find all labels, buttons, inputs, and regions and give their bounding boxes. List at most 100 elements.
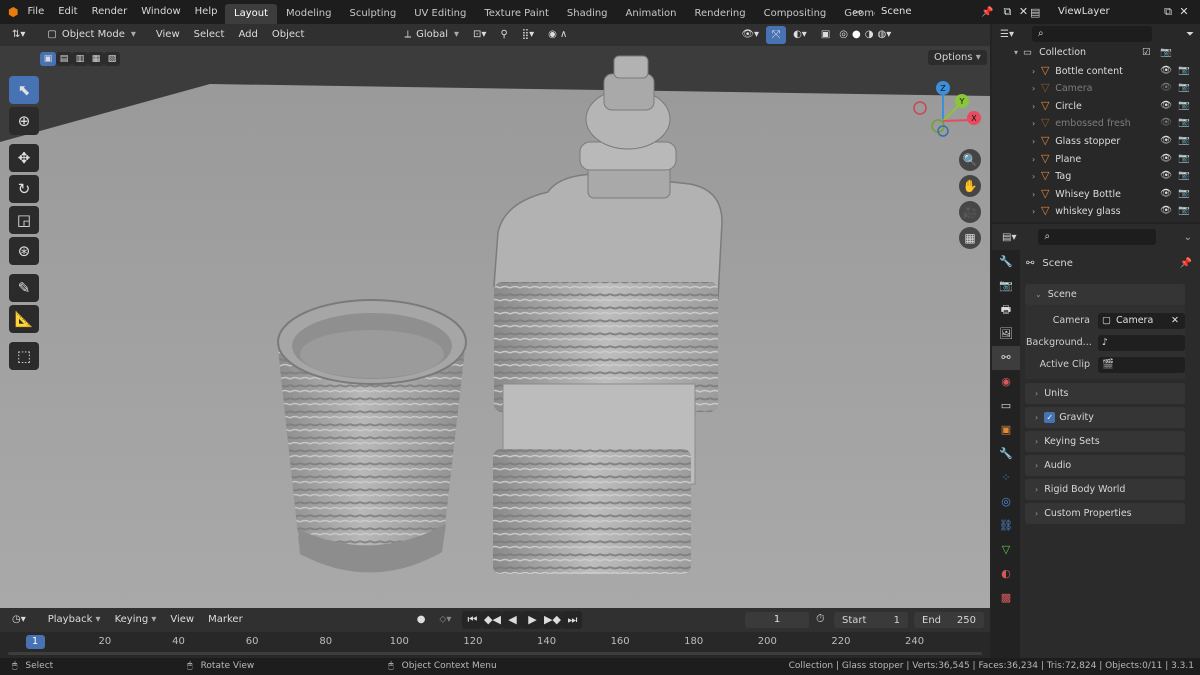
expand-icon[interactable]: › <box>1032 67 1035 76</box>
tab-uv-editing[interactable]: UV Editing <box>405 4 475 24</box>
camera-icon[interactable]: 📷 <box>1178 62 1190 80</box>
keyframe-type-icon[interactable]: ⬦▾ <box>432 609 458 631</box>
expand-icon[interactable]: ▾ <box>1014 48 1018 57</box>
orientation-selector[interactable]: ⟂ Global ▾ <box>397 24 466 46</box>
tab-compositing[interactable]: Compositing <box>755 4 836 24</box>
perspective-grid-icon[interactable]: ▦ <box>959 227 981 249</box>
overlay-icon[interactable]: ◐▾ <box>786 24 814 46</box>
camera-icon[interactable]: 📷 <box>1178 132 1190 150</box>
new-viewlayer-icon[interactable]: ⧉ <box>1160 3 1176 21</box>
active-clip-field[interactable]: 🎬 <box>1098 357 1185 373</box>
outliner-item[interactable]: › ▽ Tag 👁 📷 <box>992 167 1200 185</box>
menu-add[interactable]: Add <box>231 24 264 46</box>
constraints-tab-icon[interactable]: ⛓ <box>992 514 1020 538</box>
editor-type-icon[interactable]: ⇅▾ <box>0 24 32 46</box>
camera-icon[interactable]: 📷 <box>1160 44 1172 62</box>
transform-tool-icon[interactable]: ⊛ <box>9 237 39 265</box>
expand-icon[interactable]: › <box>1032 119 1035 128</box>
chevron-down-icon[interactable]: ⌄ <box>1184 232 1192 243</box>
menu-help[interactable]: Help <box>188 0 225 24</box>
eye-icon[interactable]: 👁 <box>1160 62 1172 80</box>
viewlayer-field[interactable]: ViewLayer <box>1052 4 1152 20</box>
timeline-editor-icon[interactable]: ◷▾ <box>0 609 33 631</box>
play-reverse-icon[interactable]: ◀ <box>502 611 523 629</box>
shading-rendered-icon[interactable]: ◍▾ <box>875 24 893 46</box>
menu-keying[interactable]: Keying ▾ <box>108 609 164 631</box>
eye-icon[interactable]: 👁 <box>1160 132 1172 150</box>
tab-sculpting[interactable]: Sculpting <box>341 4 406 24</box>
end-frame-field[interactable]: End 250 <box>914 612 984 628</box>
outliner-item[interactable]: › ▽ Circle 👁 📷 <box>992 97 1200 115</box>
rigid-body-world-panel[interactable]: › Rigid Body World <box>1025 479 1185 500</box>
pivot-icon[interactable]: ⊡▾ <box>466 24 493 46</box>
select-intersect-icon[interactable]: ▧ <box>104 52 120 66</box>
visibility-icon[interactable]: 👁▾ <box>734 24 766 46</box>
timeline-scrollbar[interactable] <box>8 652 982 655</box>
expand-icon[interactable]: › <box>1032 190 1035 199</box>
eye-icon[interactable]: 👁 <box>1160 167 1172 185</box>
physics-tab-icon[interactable]: ◎ <box>992 490 1020 514</box>
tab-shading[interactable]: Shading <box>558 4 617 24</box>
properties-editor-icon[interactable]: ▤▾ <box>1002 232 1016 243</box>
menu-window[interactable]: Window <box>134 0 187 24</box>
camera-icon[interactable]: 📷 <box>1178 185 1190 203</box>
eye-icon[interactable]: 👁 <box>1160 79 1172 97</box>
clear-icon[interactable]: ✕ <box>1171 313 1179 329</box>
menu-timeline-view[interactable]: View <box>163 609 201 631</box>
checkbox-icon[interactable]: ☑ <box>1142 44 1151 62</box>
outliner-item[interactable]: › ▽ Plane 👁 📷 <box>992 150 1200 168</box>
whiskey-glass-model[interactable] <box>277 299 467 573</box>
viewlayer-selector[interactable]: ▤ ViewLayer ⧉ ✕ <box>1030 3 1192 21</box>
record-icon[interactable]: ● <box>410 609 433 631</box>
audio-panel[interactable]: › Audio <box>1025 455 1185 476</box>
select-box-tool-icon[interactable]: ⬉ <box>9 76 39 104</box>
modifier-tab-icon[interactable]: 🔧 <box>992 442 1020 466</box>
outliner-item[interactable]: › ▽ Glass stopper 👁 📷 <box>992 132 1200 150</box>
units-panel[interactable]: › Units <box>1025 383 1185 404</box>
outliner-item[interactable]: › ▽ Bottle content 👁 📷 <box>992 62 1200 80</box>
camera-icon[interactable]: 📷 <box>1178 79 1190 97</box>
zoom-icon[interactable]: 🔍 <box>959 149 981 171</box>
clock-icon[interactable]: ⏱ <box>816 612 825 626</box>
world-tab-icon[interactable]: ◉ <box>992 370 1020 394</box>
camera-icon[interactable]: 📷 <box>1178 97 1190 115</box>
prev-keyframe-icon[interactable]: ◆◀ <box>482 611 503 629</box>
select-invert-icon[interactable]: ▦ <box>88 52 104 66</box>
new-scene-icon[interactable]: ⧉ <box>999 3 1015 21</box>
mode-selector[interactable]: ▢ Object Mode ▾ <box>40 24 142 46</box>
select-extend-icon[interactable]: ▤ <box>56 52 72 66</box>
particles-tab-icon[interactable]: ⁘ <box>992 466 1020 490</box>
eye-icon[interactable]: 👁 <box>1160 114 1172 132</box>
camera-icon[interactable]: 📷 <box>1178 150 1190 168</box>
pan-hand-icon[interactable]: ✋ <box>959 175 981 197</box>
navigation-gizmo[interactable]: Z Y X <box>905 79 985 149</box>
camera-icon[interactable]: 📷 <box>1178 167 1190 185</box>
keying-sets-panel[interactable]: › Keying Sets <box>1025 431 1185 452</box>
current-frame-field[interactable]: 1 <box>745 612 809 628</box>
menu-object[interactable]: Object <box>265 24 312 46</box>
camera-icon[interactable]: 📷 <box>1178 202 1190 220</box>
camera-field[interactable]: ▢ Camera ✕ <box>1098 313 1185 329</box>
outliner-collection-row[interactable]: ▾ ▭ Collection ☑ 📷 <box>992 44 1200 62</box>
material-tab-icon[interactable]: ◐ <box>992 562 1020 586</box>
menu-view[interactable]: View <box>149 24 187 46</box>
eye-icon[interactable]: 👁 <box>1160 202 1172 220</box>
gravity-checkbox[interactable]: ✓ <box>1044 412 1056 423</box>
xray-icon[interactable]: ▣ <box>814 24 837 46</box>
menu-playback[interactable]: Playback ▾ <box>41 609 108 631</box>
proportional-edit-icon[interactable]: ◉ ∧ <box>541 24 574 46</box>
annotate-tool-icon[interactable]: ✎ <box>9 274 39 302</box>
output-tab-icon[interactable]: 🖶 <box>992 298 1020 322</box>
blender-logo-icon[interactable]: ⬢ <box>0 0 20 24</box>
tab-animation[interactable]: Animation <box>617 4 686 24</box>
scale-tool-icon[interactable]: ◲ <box>9 206 39 234</box>
background-field[interactable]: ♪ <box>1098 335 1185 351</box>
select-subtract-icon[interactable]: ▥ <box>72 52 88 66</box>
cursor-tool-icon[interactable]: ⊕ <box>9 107 39 135</box>
expand-icon[interactable]: › <box>1032 172 1035 181</box>
expand-icon[interactable]: › <box>1032 84 1035 93</box>
options-button[interactable]: Options ▾ <box>928 50 987 65</box>
tool-tab-icon[interactable]: 🔧 <box>992 250 1020 274</box>
eye-icon[interactable]: 👁 <box>1160 150 1172 168</box>
tab-modeling[interactable]: Modeling <box>277 4 341 24</box>
